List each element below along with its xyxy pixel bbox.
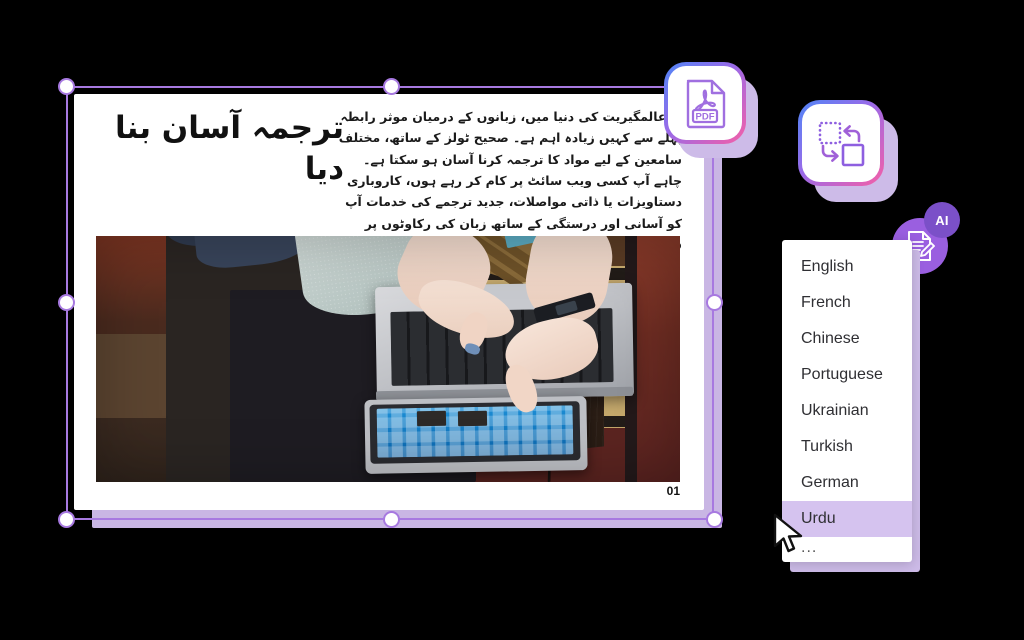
- pdf-file-icon: PDF: [686, 79, 726, 129]
- resize-handle-middle-right[interactable]: [706, 294, 723, 311]
- language-option-german[interactable]: German: [782, 465, 912, 501]
- language-option-ukrainian[interactable]: Ukrainian: [782, 393, 912, 429]
- slide-body-text[interactable]: ی عالمگیریت کی دنیا میں، زبانوں کے درمیا…: [336, 106, 682, 255]
- slide-page-number: 01: [666, 484, 680, 498]
- convert-format-icon-card[interactable]: [798, 100, 884, 186]
- language-option-turkish[interactable]: Turkish: [782, 429, 912, 465]
- slide-title[interactable]: ترجمہ آسان بنا دیا: [104, 108, 344, 190]
- pdf-label: PDF: [696, 111, 715, 122]
- resize-handle-top-center[interactable]: [383, 78, 400, 95]
- convert-format-icon: [818, 121, 865, 167]
- presentation-slide[interactable]: ترجمہ آسان بنا دیا ی عالمگیریت کی دنیا م…: [74, 94, 704, 510]
- language-option-chinese[interactable]: Chinese: [782, 321, 912, 357]
- resize-handle-bottom-right[interactable]: [706, 511, 723, 528]
- resize-handle-top-left[interactable]: [58, 78, 75, 95]
- ai-badge-text: AI: [935, 212, 949, 228]
- resize-handle-bottom-center[interactable]: [383, 511, 400, 528]
- resize-handle-bottom-left[interactable]: [58, 511, 75, 528]
- language-option-english[interactable]: English: [782, 249, 912, 285]
- language-option-portuguese[interactable]: Portuguese: [782, 357, 912, 393]
- language-option-french[interactable]: French: [782, 285, 912, 321]
- screenshot-canvas: ترجمہ آسان بنا دیا ی عالمگیریت کی دنیا م…: [0, 0, 1024, 640]
- resize-handle-middle-left[interactable]: [58, 294, 75, 311]
- pdf-file-icon-card[interactable]: PDF: [664, 62, 746, 144]
- slide-photo[interactable]: [96, 236, 680, 482]
- slide-content: ترجمہ آسان بنا دیا ی عالمگیریت کی دنیا م…: [74, 94, 704, 510]
- mouse-cursor: [773, 513, 803, 553]
- ai-label-badge: AI: [924, 202, 960, 238]
